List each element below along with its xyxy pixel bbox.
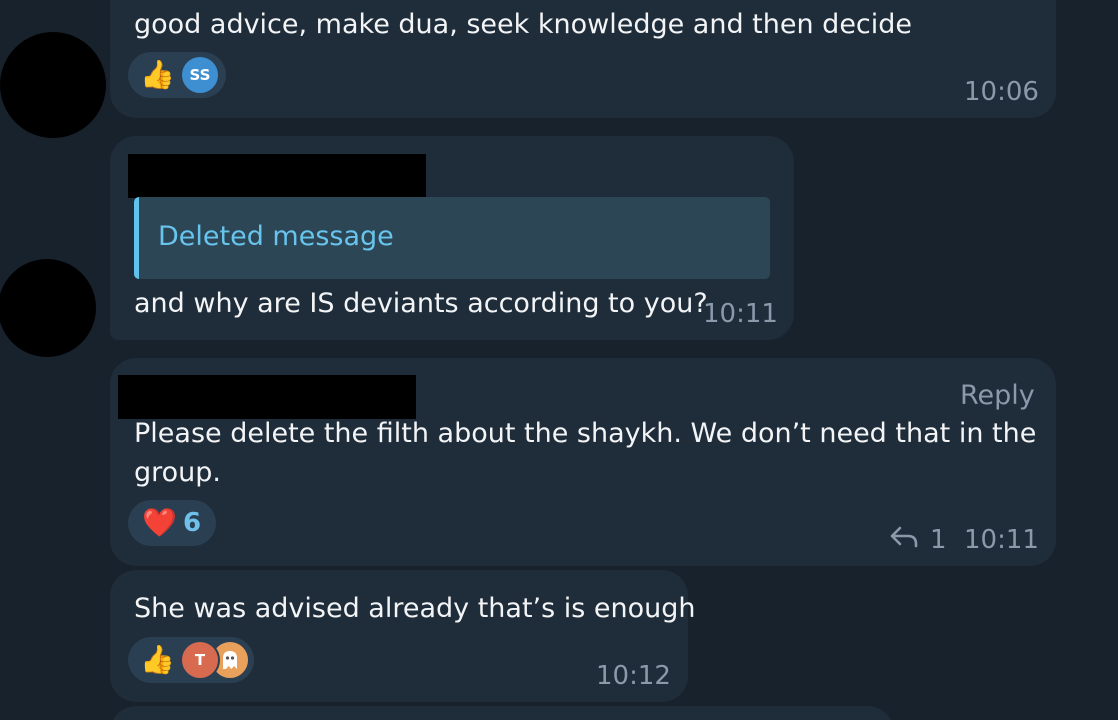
sender-name-redacted [118, 375, 416, 419]
message-text: She was advised already that’s is enough [134, 593, 696, 624]
heart-icon: ❤️ [142, 506, 177, 539]
sender-name-redacted [128, 154, 426, 198]
message-text: good advice, make dua, seek knowledge an… [134, 9, 913, 40]
thumbs-up-icon: 👍 [140, 643, 175, 676]
message-text: group. [134, 457, 221, 488]
chat-history[interactable]: good advice, make dua, seek knowledge an… [0, 0, 1118, 720]
avatar[interactable]: SS [180, 55, 220, 95]
quoted-message-label: Deleted message [158, 221, 394, 252]
message-bubble-5[interactable] [110, 706, 894, 720]
quoted-message[interactable]: Deleted message [134, 197, 770, 279]
message-text: and why are IS deviants according to you… [134, 288, 708, 319]
avatar[interactable] [0, 32, 106, 138]
message-time: 10:06 [964, 77, 1039, 107]
reaction-count: 6 [183, 508, 202, 538]
message-time: 10:11 [964, 525, 1039, 555]
reaction-pill[interactable]: 👍 T [128, 637, 254, 683]
avatar[interactable]: T [180, 640, 220, 680]
message-time: 10:11 [703, 299, 778, 329]
reaction-pill[interactable]: 👍 SS [128, 52, 226, 98]
avatar[interactable] [0, 259, 96, 357]
message-time: 10:12 [596, 661, 671, 691]
reaction-pill[interactable]: ❤️ 6 [128, 500, 216, 546]
message-text: Please delete the filth about the shaykh… [134, 418, 1037, 449]
reply-button[interactable]: Reply [960, 381, 1035, 411]
thumbs-up-icon: 👍 [140, 58, 175, 91]
reply-count[interactable]: 1 [930, 525, 947, 555]
reply-arrow-icon [888, 524, 920, 550]
